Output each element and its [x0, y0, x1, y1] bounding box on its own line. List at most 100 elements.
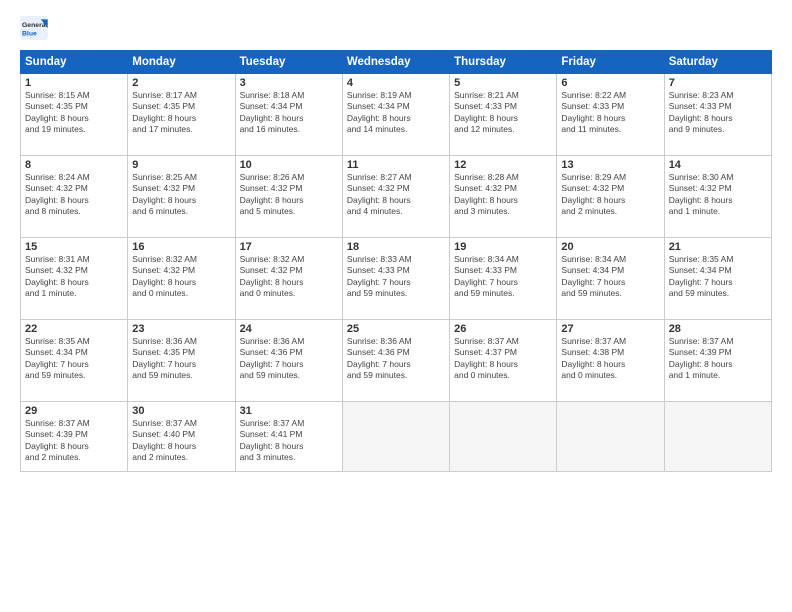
- day-number: 15: [25, 241, 123, 253]
- calendar-week-row: 29Sunrise: 8:37 AM Sunset: 4:39 PM Dayli…: [21, 402, 772, 472]
- calendar-week-row: 1Sunrise: 8:15 AM Sunset: 4:35 PM Daylig…: [21, 74, 772, 156]
- weekday-header-sunday: Sunday: [21, 51, 128, 74]
- day-number: 27: [561, 323, 659, 335]
- day-info: Sunrise: 8:21 AM Sunset: 4:33 PM Dayligh…: [454, 90, 552, 136]
- calendar-cell: 12Sunrise: 8:28 AM Sunset: 4:32 PM Dayli…: [450, 156, 557, 238]
- calendar-cell: 5Sunrise: 8:21 AM Sunset: 4:33 PM Daylig…: [450, 74, 557, 156]
- day-info: Sunrise: 8:37 AM Sunset: 4:39 PM Dayligh…: [25, 418, 123, 464]
- day-number: 5: [454, 77, 552, 89]
- calendar-cell: [342, 402, 449, 472]
- day-number: 28: [669, 323, 767, 335]
- day-number: 26: [454, 323, 552, 335]
- calendar-cell: 23Sunrise: 8:36 AM Sunset: 4:35 PM Dayli…: [128, 320, 235, 402]
- day-number: 12: [454, 159, 552, 171]
- calendar-cell: 6Sunrise: 8:22 AM Sunset: 4:33 PM Daylig…: [557, 74, 664, 156]
- calendar-cell: 7Sunrise: 8:23 AM Sunset: 4:33 PM Daylig…: [664, 74, 771, 156]
- day-number: 21: [669, 241, 767, 253]
- calendar-cell: 19Sunrise: 8:34 AM Sunset: 4:33 PM Dayli…: [450, 238, 557, 320]
- logo: General Blue: [20, 16, 48, 40]
- day-info: Sunrise: 8:19 AM Sunset: 4:34 PM Dayligh…: [347, 90, 445, 136]
- day-number: 31: [240, 405, 338, 417]
- day-number: 19: [454, 241, 552, 253]
- calendar-cell: 9Sunrise: 8:25 AM Sunset: 4:32 PM Daylig…: [128, 156, 235, 238]
- calendar-body: 1Sunrise: 8:15 AM Sunset: 4:35 PM Daylig…: [21, 74, 772, 472]
- calendar-cell: 30Sunrise: 8:37 AM Sunset: 4:40 PM Dayli…: [128, 402, 235, 472]
- calendar-cell: 29Sunrise: 8:37 AM Sunset: 4:39 PM Dayli…: [21, 402, 128, 472]
- day-info: Sunrise: 8:31 AM Sunset: 4:32 PM Dayligh…: [25, 254, 123, 300]
- day-info: Sunrise: 8:37 AM Sunset: 4:39 PM Dayligh…: [669, 336, 767, 382]
- calendar-cell: 26Sunrise: 8:37 AM Sunset: 4:37 PM Dayli…: [450, 320, 557, 402]
- header: General Blue: [20, 16, 772, 40]
- calendar-cell: 21Sunrise: 8:35 AM Sunset: 4:34 PM Dayli…: [664, 238, 771, 320]
- day-info: Sunrise: 8:34 AM Sunset: 4:34 PM Dayligh…: [561, 254, 659, 300]
- day-info: Sunrise: 8:18 AM Sunset: 4:34 PM Dayligh…: [240, 90, 338, 136]
- weekday-header-thursday: Thursday: [450, 51, 557, 74]
- calendar-cell: 3Sunrise: 8:18 AM Sunset: 4:34 PM Daylig…: [235, 74, 342, 156]
- page: General Blue SundayMondayTuesdayWednesda…: [0, 0, 792, 612]
- calendar-cell: [557, 402, 664, 472]
- day-number: 14: [669, 159, 767, 171]
- day-info: Sunrise: 8:37 AM Sunset: 4:38 PM Dayligh…: [561, 336, 659, 382]
- weekday-header-monday: Monday: [128, 51, 235, 74]
- calendar-cell: 20Sunrise: 8:34 AM Sunset: 4:34 PM Dayli…: [557, 238, 664, 320]
- weekday-header-tuesday: Tuesday: [235, 51, 342, 74]
- day-info: Sunrise: 8:32 AM Sunset: 4:32 PM Dayligh…: [240, 254, 338, 300]
- day-number: 13: [561, 159, 659, 171]
- day-number: 24: [240, 323, 338, 335]
- calendar-cell: 15Sunrise: 8:31 AM Sunset: 4:32 PM Dayli…: [21, 238, 128, 320]
- day-number: 1: [25, 77, 123, 89]
- day-number: 29: [25, 405, 123, 417]
- day-info: Sunrise: 8:29 AM Sunset: 4:32 PM Dayligh…: [561, 172, 659, 218]
- calendar-cell: 25Sunrise: 8:36 AM Sunset: 4:36 PM Dayli…: [342, 320, 449, 402]
- day-info: Sunrise: 8:37 AM Sunset: 4:41 PM Dayligh…: [240, 418, 338, 464]
- calendar-cell: 28Sunrise: 8:37 AM Sunset: 4:39 PM Dayli…: [664, 320, 771, 402]
- logo-icon: General Blue: [20, 16, 48, 40]
- calendar-cell: 14Sunrise: 8:30 AM Sunset: 4:32 PM Dayli…: [664, 156, 771, 238]
- day-number: 3: [240, 77, 338, 89]
- day-number: 9: [132, 159, 230, 171]
- calendar-cell: 31Sunrise: 8:37 AM Sunset: 4:41 PM Dayli…: [235, 402, 342, 472]
- day-info: Sunrise: 8:35 AM Sunset: 4:34 PM Dayligh…: [669, 254, 767, 300]
- calendar-cell: 8Sunrise: 8:24 AM Sunset: 4:32 PM Daylig…: [21, 156, 128, 238]
- calendar-table: SundayMondayTuesdayWednesdayThursdayFrid…: [20, 50, 772, 472]
- day-info: Sunrise: 8:24 AM Sunset: 4:32 PM Dayligh…: [25, 172, 123, 218]
- day-info: Sunrise: 8:34 AM Sunset: 4:33 PM Dayligh…: [454, 254, 552, 300]
- calendar-week-row: 15Sunrise: 8:31 AM Sunset: 4:32 PM Dayli…: [21, 238, 772, 320]
- day-info: Sunrise: 8:25 AM Sunset: 4:32 PM Dayligh…: [132, 172, 230, 218]
- day-info: Sunrise: 8:23 AM Sunset: 4:33 PM Dayligh…: [669, 90, 767, 136]
- calendar-week-row: 22Sunrise: 8:35 AM Sunset: 4:34 PM Dayli…: [21, 320, 772, 402]
- day-number: 16: [132, 241, 230, 253]
- calendar-cell: [450, 402, 557, 472]
- weekday-header-row: SundayMondayTuesdayWednesdayThursdayFrid…: [21, 51, 772, 74]
- day-number: 18: [347, 241, 445, 253]
- calendar-cell: 4Sunrise: 8:19 AM Sunset: 4:34 PM Daylig…: [342, 74, 449, 156]
- day-number: 8: [25, 159, 123, 171]
- day-number: 23: [132, 323, 230, 335]
- day-number: 25: [347, 323, 445, 335]
- svg-text:General: General: [22, 22, 48, 29]
- day-number: 7: [669, 77, 767, 89]
- day-info: Sunrise: 8:22 AM Sunset: 4:33 PM Dayligh…: [561, 90, 659, 136]
- day-info: Sunrise: 8:36 AM Sunset: 4:36 PM Dayligh…: [347, 336, 445, 382]
- day-info: Sunrise: 8:37 AM Sunset: 4:37 PM Dayligh…: [454, 336, 552, 382]
- calendar-cell: 22Sunrise: 8:35 AM Sunset: 4:34 PM Dayli…: [21, 320, 128, 402]
- calendar-cell: 11Sunrise: 8:27 AM Sunset: 4:32 PM Dayli…: [342, 156, 449, 238]
- day-number: 10: [240, 159, 338, 171]
- day-number: 17: [240, 241, 338, 253]
- calendar-cell: 13Sunrise: 8:29 AM Sunset: 4:32 PM Dayli…: [557, 156, 664, 238]
- day-info: Sunrise: 8:32 AM Sunset: 4:32 PM Dayligh…: [132, 254, 230, 300]
- day-info: Sunrise: 8:30 AM Sunset: 4:32 PM Dayligh…: [669, 172, 767, 218]
- day-number: 4: [347, 77, 445, 89]
- calendar-cell: 24Sunrise: 8:36 AM Sunset: 4:36 PM Dayli…: [235, 320, 342, 402]
- calendar-week-row: 8Sunrise: 8:24 AM Sunset: 4:32 PM Daylig…: [21, 156, 772, 238]
- day-number: 6: [561, 77, 659, 89]
- calendar-cell: 1Sunrise: 8:15 AM Sunset: 4:35 PM Daylig…: [21, 74, 128, 156]
- weekday-header-wednesday: Wednesday: [342, 51, 449, 74]
- day-info: Sunrise: 8:36 AM Sunset: 4:35 PM Dayligh…: [132, 336, 230, 382]
- calendar-cell: 27Sunrise: 8:37 AM Sunset: 4:38 PM Dayli…: [557, 320, 664, 402]
- day-info: Sunrise: 8:36 AM Sunset: 4:36 PM Dayligh…: [240, 336, 338, 382]
- day-info: Sunrise: 8:26 AM Sunset: 4:32 PM Dayligh…: [240, 172, 338, 218]
- weekday-header-friday: Friday: [557, 51, 664, 74]
- calendar-cell: 10Sunrise: 8:26 AM Sunset: 4:32 PM Dayli…: [235, 156, 342, 238]
- weekday-header-saturday: Saturday: [664, 51, 771, 74]
